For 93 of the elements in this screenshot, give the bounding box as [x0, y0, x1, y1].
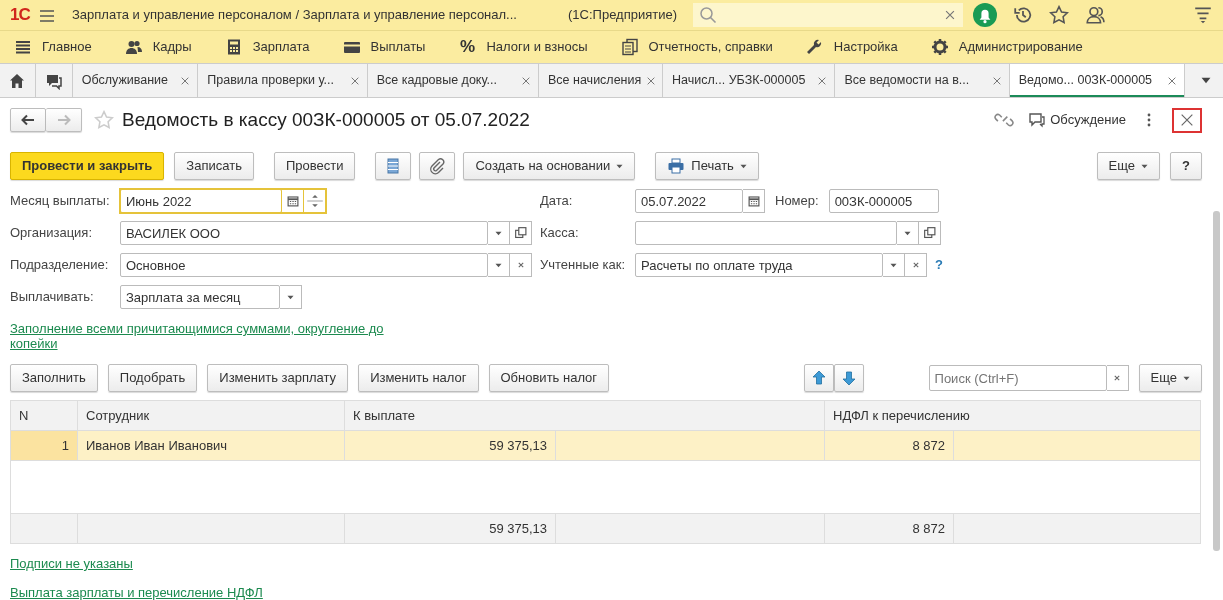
total-cell: 59 375,13	[344, 513, 556, 544]
caret-icon	[495, 230, 502, 236]
input-field[interactable]: Июнь 2022	[120, 189, 282, 213]
column-header[interactable]: НДФЛ к перечислению	[824, 400, 1201, 431]
table-cell: Иванов Иван Иванович	[77, 430, 345, 461]
input-field[interactable]	[635, 221, 897, 245]
section-item[interactable]: Зарплата	[224, 37, 310, 57]
paperclip-icon	[428, 157, 447, 175]
window-title: Зарплата и управление персоналом / Зарплата и управление персонал...	[72, 6, 518, 25]
toolbar-button[interactable]: Изменить зарплату	[207, 364, 349, 392]
documents-icon	[620, 38, 639, 56]
table-cell: 59 375,13	[344, 430, 556, 461]
scrollbar[interactable]	[1213, 211, 1220, 551]
help-link[interactable]: ?	[935, 255, 943, 275]
printer-icon	[667, 157, 686, 175]
history-icon[interactable]	[1013, 5, 1033, 25]
settings-icon[interactable]	[1193, 5, 1213, 25]
search-icon	[699, 6, 717, 24]
toolbar-button[interactable]: Заполнить	[10, 364, 98, 392]
open-button[interactable]	[919, 221, 941, 245]
move-down-button[interactable]	[833, 364, 864, 392]
column-header[interactable]: К выплате	[344, 400, 825, 431]
toolbar-button[interactable]	[375, 152, 412, 180]
input-field[interactable]: Зарплата за месяц	[120, 285, 280, 309]
calendar-button[interactable]	[743, 189, 765, 213]
search-field[interactable]	[693, 3, 963, 27]
toolbar-button[interactable]: Записать	[174, 152, 254, 180]
clear-icon[interactable]	[943, 8, 957, 22]
caret-icon	[890, 262, 897, 268]
move-up-button[interactable]	[803, 364, 834, 392]
table-cell: 1	[10, 430, 78, 461]
users-icon[interactable]	[1085, 5, 1105, 25]
open-icon	[512, 225, 529, 241]
chat-icon	[1028, 111, 1047, 129]
menu-icon	[14, 38, 32, 56]
caret-icon	[287, 294, 294, 300]
toolbar-button[interactable]: Подобрать	[107, 364, 198, 392]
section-item[interactable]: % Налоги и взносы	[458, 34, 588, 60]
caret-icon	[616, 163, 624, 169]
caret-icon	[739, 163, 747, 169]
bell-icon[interactable]	[973, 3, 997, 27]
people-icon	[124, 38, 143, 56]
app-logo: 1С	[9, 4, 31, 27]
section-item[interactable]: Отчетность, справки	[620, 37, 773, 57]
input-field[interactable]: ВАСИЛЕК ООО	[120, 221, 488, 245]
close-icon	[1179, 112, 1195, 128]
open-button[interactable]	[510, 221, 532, 245]
window-subtitle: (1С:Предприятие)	[568, 6, 677, 25]
toolbar-button[interactable]	[419, 152, 456, 180]
back-button[interactable]	[10, 108, 46, 132]
home-icon	[8, 71, 27, 90]
fill-link[interactable]: Заполнение всеми причитающимися суммами, округление до копейки	[10, 321, 400, 351]
caret-icon	[1200, 77, 1211, 84]
caret-icon	[1141, 163, 1148, 169]
create-based-on-button[interactable]: Создать на основании	[463, 152, 636, 180]
gear-icon	[930, 38, 949, 56]
calendar-icon	[745, 193, 762, 209]
close-button[interactable]	[1172, 107, 1202, 133]
section-item[interactable]: Кадры	[124, 37, 192, 57]
caret-icon	[495, 262, 502, 268]
section-item[interactable]: Настройка	[805, 37, 898, 57]
open-icon	[921, 225, 938, 241]
help-button[interactable]: ?	[1170, 152, 1202, 180]
table-cell: 8 872	[824, 430, 954, 461]
star-icon[interactable]	[1049, 5, 1069, 25]
search-field[interactable]: Поиск (Ctrl+F)	[928, 365, 1107, 391]
toolbar-button[interactable]: Изменить налог	[358, 364, 479, 392]
section-item[interactable]: Администрирование	[930, 37, 1083, 57]
number-field[interactable]: 00ЗК-000005	[828, 189, 939, 213]
column-header[interactable]: Сотрудник	[77, 400, 345, 431]
date-field[interactable]: 05.07.2022	[635, 189, 743, 213]
form-title: Ведомость в кассу 00ЗК-000005 от 05.07.2022	[122, 107, 530, 132]
discussion-button[interactable]: Обсуждение	[1028, 110, 1126, 130]
section-item[interactable]: Главное	[14, 37, 92, 57]
caret-icon	[1183, 375, 1190, 381]
column-header[interactable]: N	[10, 400, 78, 431]
percent-icon: %	[458, 34, 477, 60]
section-item[interactable]: Выплаты	[342, 37, 426, 57]
input-field[interactable]: Основное	[120, 253, 488, 277]
calendar-icon	[284, 193, 301, 209]
footer-link[interactable]: Подписи не указаны	[10, 556, 133, 571]
toolbar-button[interactable]: Обновить налог	[488, 364, 610, 392]
footer-link[interactable]: Выплата зарплаты и перечисление НДФЛ	[10, 584, 263, 600]
document-tab[interactable]: Ведомо... 00ЗК-000005	[1009, 64, 1186, 97]
caret-icon	[904, 230, 911, 236]
input-field[interactable]: Расчеты по оплате труда	[635, 253, 883, 277]
post-close-button[interactable]: Провести и закрыть	[10, 152, 165, 180]
more-button[interactable]: Еще	[1096, 152, 1160, 180]
toolbar-button[interactable]: Провести	[273, 152, 356, 180]
total-cell: 8 872	[824, 513, 954, 544]
more-button[interactable]: Еще	[1138, 364, 1202, 392]
print-button[interactable]: Печать	[655, 152, 759, 180]
wrench-icon	[805, 38, 824, 56]
